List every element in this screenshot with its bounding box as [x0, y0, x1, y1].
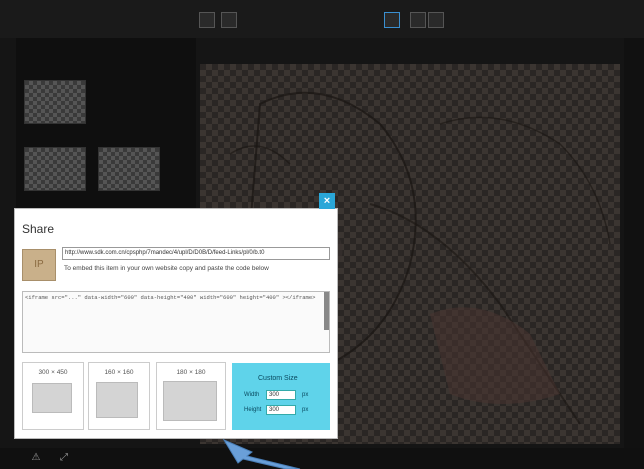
thumbnail-1[interactable]: [24, 80, 86, 124]
top-toolbar: [0, 0, 644, 38]
warning-icon[interactable]: ⚠: [30, 452, 42, 464]
settings-icon[interactable]: [428, 12, 444, 28]
width-unit: px: [302, 392, 309, 398]
size-option-1-label: 300 × 450: [38, 369, 68, 376]
right-sidebar: [624, 38, 644, 448]
close-button[interactable]: ×: [319, 193, 335, 209]
embed-help-text: To embed this item in your own website c…: [64, 265, 269, 272]
user-icon[interactable]: [384, 12, 400, 28]
embed-code-field[interactable]: <iframe src="..." data-width="600" data-…: [22, 291, 330, 353]
layout-icon[interactable]: [221, 12, 237, 28]
height-input[interactable]: 300: [266, 405, 296, 415]
size-option-3-preview: [163, 381, 217, 421]
custom-size-title: Custom Size: [258, 375, 298, 382]
dialog-title: Share: [22, 222, 55, 236]
share-url-field[interactable]: http://www.sdk.com.cn/cpsphp/7mandec/4/u…: [62, 247, 330, 260]
size-option-2-label: 160 × 160: [104, 369, 134, 376]
size-option-1-preview: [32, 383, 72, 413]
height-label: Height: [244, 407, 262, 413]
size-option-3-label: 180 × 180: [176, 369, 206, 376]
grid-icon[interactable]: [199, 12, 215, 28]
width-label: Width: [244, 392, 260, 398]
bottom-bar: [0, 448, 644, 469]
embed-code-scrollbar[interactable]: [324, 292, 329, 330]
share-icon[interactable]: [410, 12, 426, 28]
height-unit: px: [302, 407, 309, 413]
thumbnail-2[interactable]: [24, 147, 86, 191]
share-bottom-icon[interactable]: ⤢: [58, 452, 70, 464]
item-thumbnail: IP: [22, 249, 56, 281]
width-input[interactable]: 300: [266, 390, 296, 400]
size-option-2-preview: [96, 382, 138, 418]
thumbnail-3[interactable]: [98, 147, 160, 191]
